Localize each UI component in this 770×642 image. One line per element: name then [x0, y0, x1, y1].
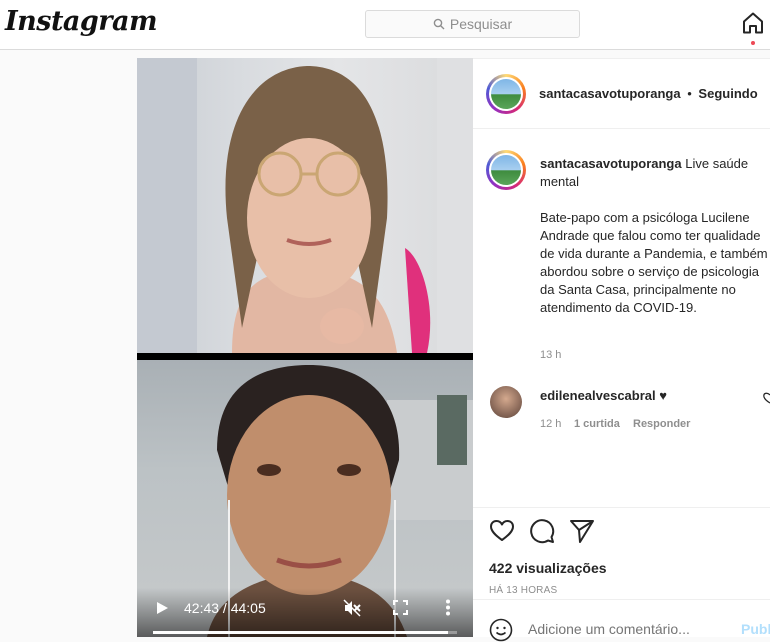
comment-timestamp: 12 h: [540, 418, 562, 430]
instagram-logo[interactable]: Instagram: [5, 6, 158, 37]
search-icon: [433, 18, 445, 30]
following-status[interactable]: Seguindo: [698, 86, 757, 101]
duration: 44:05: [230, 600, 266, 616]
video-progress-fill: [153, 631, 448, 634]
speaker-top-illustration: [137, 58, 473, 353]
follow-separator: •: [687, 86, 692, 101]
post-age: HÁ 13 HORAS: [489, 585, 558, 596]
commenter-avatar[interactable]: [490, 386, 522, 418]
comment-reply-button[interactable]: Responder: [633, 418, 690, 430]
comment-text: ♥: [659, 388, 667, 403]
publish-button[interactable]: Publ: [741, 621, 770, 637]
fullscreen-icon[interactable]: [393, 600, 408, 615]
comment-likes[interactable]: 1 curtida: [574, 418, 620, 430]
play-icon[interactable]: [155, 601, 169, 615]
caption-author[interactable]: santacasavotuporanga: [540, 156, 682, 171]
post-header-text: santacasavotuporanga • Seguindo: [539, 86, 758, 101]
current-time: 42:43: [184, 600, 220, 616]
more-options-icon[interactable]: [445, 599, 451, 616]
home-icon[interactable]: [741, 11, 765, 35]
caption-heading: santacasavotuporanga Live saúde mental: [540, 155, 765, 191]
emoji-icon[interactable]: [489, 618, 513, 642]
search-input[interactable]: Pesquisar: [365, 10, 580, 38]
heart-icon[interactable]: [489, 518, 515, 544]
caption-author-avatar[interactable]: [486, 150, 526, 190]
search-placeholder: Pesquisar: [449, 16, 513, 32]
share-icon[interactable]: [569, 518, 595, 544]
add-comment-bar: Publ: [473, 599, 770, 642]
video-frame-top-speaker: [137, 58, 473, 353]
post-header: santacasavotuporanga • Seguindo: [473, 59, 770, 129]
video-time: 42:43 / 44:05: [184, 600, 266, 616]
comment-like-heart-icon[interactable]: [763, 392, 770, 404]
commenter-username[interactable]: edilenealvescabral: [540, 388, 656, 403]
video-controls: 42:43 / 44:05: [137, 588, 473, 637]
caption-timestamp: 13 h: [540, 349, 562, 361]
mute-icon[interactable]: [343, 599, 361, 617]
notification-dot: [751, 41, 755, 45]
view-count[interactable]: 422 visualizações: [489, 560, 607, 576]
comment-input[interactable]: [528, 620, 728, 638]
video-player[interactable]: 42:43 / 44:05: [137, 58, 473, 637]
caption-body: Bate-papo com a psicóloga Lucilene Andra…: [540, 210, 768, 315]
author-avatar[interactable]: [486, 74, 526, 114]
post-side-panel: santacasavotuporanga • Seguindo santacas…: [473, 58, 770, 642]
author-username[interactable]: santacasavotuporanga: [539, 86, 681, 101]
comment-icon[interactable]: [529, 518, 555, 544]
time-separator: /: [219, 600, 231, 616]
video-progress-bar[interactable]: [153, 631, 457, 634]
top-navigation-bar: Instagram Pesquisar: [0, 0, 770, 50]
comment-text-row: edilenealvescabral ♥: [540, 388, 667, 403]
